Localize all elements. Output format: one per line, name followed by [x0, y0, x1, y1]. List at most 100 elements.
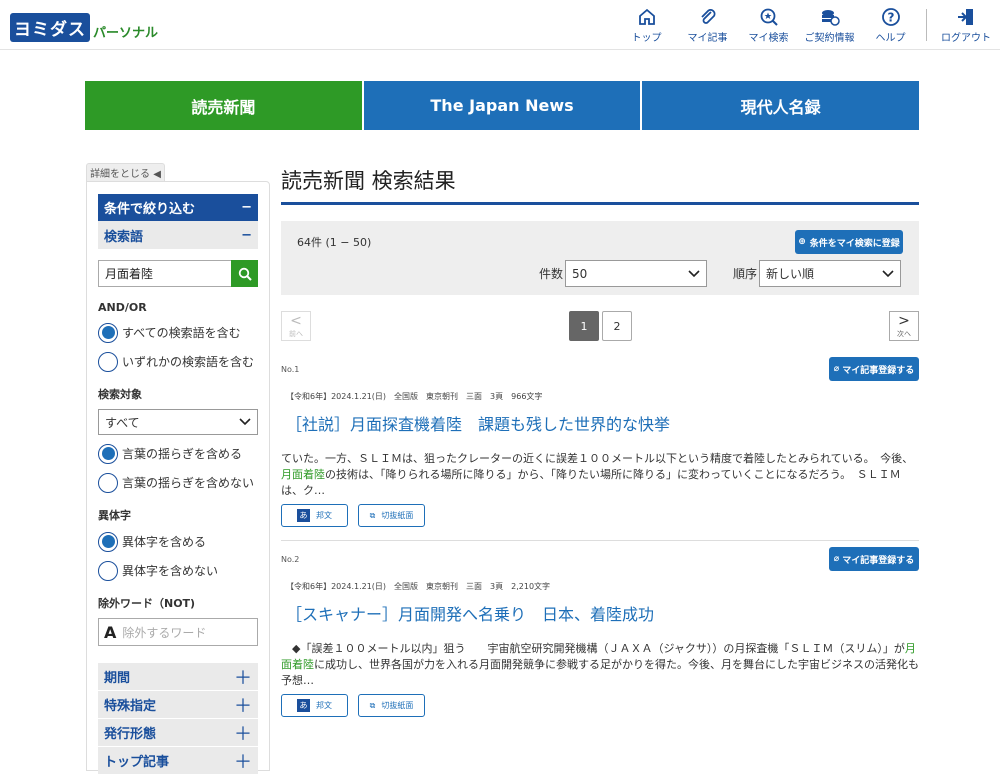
filter-title: 条件で絞り込む — [104, 202, 196, 217]
results-main: 読売新聞 検索結果 64件 (1 − 50) ⊕ 条件をマイ検索に登録 件数 50… — [281, 165, 919, 731]
tab-japan-news[interactable]: The Japan News — [363, 81, 641, 130]
page-title: 読売新聞 検索結果 — [281, 165, 919, 205]
radio-variant-exclude[interactable]: 異体字を含めない — [98, 560, 258, 581]
radio-all-words[interactable]: すべての検索語を含む — [98, 322, 258, 343]
nav-top-label: トップ — [631, 33, 662, 44]
radio-unchecked — [98, 560, 118, 581]
not-word-input[interactable]: A 除外するワード — [98, 618, 258, 646]
radio-any-words[interactable]: いずれかの検索語を含む — [98, 351, 258, 372]
order-label: 順序 — [733, 267, 758, 281]
clipping-view-button[interactable]: ⧉ 切抜紙面 — [358, 694, 425, 717]
target-select[interactable]: すべて — [98, 409, 258, 435]
accordion-period[interactable]: 期間 ＋ — [98, 663, 258, 691]
clipping-view-button[interactable]: ⧉ 切抜紙面 — [358, 504, 425, 527]
target-label: 検索対象 — [98, 388, 142, 401]
nav-help-label: ヘルプ — [875, 33, 906, 44]
logo-sub: パーソナル — [93, 25, 159, 41]
result-meta: 【令和6年】2024.1.21(日) 全国版 東京朝刊 三面 3頁 2,210文… — [286, 582, 551, 591]
radio-variant-include[interactable]: 異体字を含める — [98, 531, 258, 552]
text-view-label: 邦文 — [316, 511, 332, 520]
variant-label: 異体字 — [98, 509, 131, 522]
text-view-button[interactable]: あ邦文 — [281, 694, 348, 717]
tab-yomiuri[interactable]: 読売新聞 — [85, 81, 362, 130]
register-my-article-button[interactable]: ⌀ マイ記事登録する — [829, 357, 919, 381]
minus-icon: − — [241, 227, 252, 243]
next-button[interactable]: > 次へ — [889, 311, 919, 341]
accordion-edition[interactable]: 発行形態 ＋ — [98, 719, 258, 747]
andor-label: AND/OR — [98, 301, 147, 314]
not-placeholder: 除外するワード — [122, 625, 207, 640]
radio-label: 言葉の揺らぎを含めない — [122, 476, 255, 490]
plus-icon: ＋ — [234, 751, 252, 773]
next-label: 次へ — [897, 330, 911, 338]
radio-fuzzy-exclude[interactable]: 言葉の揺らぎを含めない — [98, 472, 258, 493]
per-page-value: 50 — [572, 266, 588, 281]
page-2[interactable]: 2 — [602, 311, 632, 341]
result-number: No.1 — [281, 365, 300, 374]
logo-main: ヨミダス — [10, 12, 90, 42]
nav-contract-label: ご契約情報 — [804, 33, 855, 44]
nav-my-search[interactable]: マイ検索 — [738, 0, 799, 50]
radio-checked — [98, 531, 118, 552]
chevron-down-icon — [239, 418, 251, 426]
order-select[interactable]: 新しい順 — [759, 260, 902, 287]
snippet-text: ていた。一方、ＳＬＩＭは、狙ったクレーターの近くに誤差１００メートル以下という精… — [281, 452, 914, 465]
nav-my-articles[interactable]: マイ記事 — [677, 0, 738, 50]
accordion-label: 期間 — [104, 671, 131, 686]
chevron-left-icon: < — [290, 313, 302, 329]
nav-my-articles-label: マイ記事 — [687, 33, 728, 44]
result-item: No.1 ⌀ マイ記事登録する 【令和6年】2024.1.21(日) 全国版 東京… — [281, 351, 919, 541]
radio-label: いずれかの検索語を含む — [122, 355, 255, 369]
yomidas-logo[interactable]: ヨミダス パーソナル — [10, 10, 158, 44]
register-search-button[interactable]: ⊕ 条件をマイ検索に登録 — [795, 230, 903, 254]
plus-icon: ＋ — [234, 723, 252, 745]
prev-label: 前へ — [289, 330, 303, 338]
result-headline[interactable]: ［社説］月面探査機着陸 課題も残した世界的な快挙 — [286, 411, 670, 435]
text-view-button[interactable]: あ邦文 — [281, 504, 348, 527]
keyword-header[interactable]: 検索語 − — [98, 221, 258, 249]
chevron-right-icon: > — [898, 313, 910, 329]
chevron-down-icon — [882, 269, 894, 277]
paperclip-icon: ⌀ — [833, 554, 840, 564]
result-snippet: ていた。一方、ＳＬＩＭは、狙ったクレーターの近くに誤差１００メートル以下という精… — [281, 451, 919, 499]
clipping-view-label: 切抜紙面 — [381, 701, 414, 710]
paperclip-icon — [700, 9, 715, 24]
nav-top[interactable]: トップ — [616, 0, 677, 50]
clipping-view-label: 切抜紙面 — [381, 511, 414, 520]
radio-unchecked — [98, 472, 118, 493]
radio-fuzzy-include[interactable]: 言葉の揺らぎを含める — [98, 443, 258, 464]
radio-checked — [98, 322, 118, 343]
accordion-top-article[interactable]: トップ記事 ＋ — [98, 747, 258, 775]
home-icon — [638, 8, 655, 25]
result-snippet: ◆「誤差１００メートル以内」狙う 宇宙航空研究開発機構（ＪＡＸＡ（ジャクサ））の… — [281, 641, 919, 689]
nav-logout[interactable]: ログアウト — [932, 0, 1000, 50]
nav-separator — [926, 9, 927, 41]
result-headline[interactable]: ［スキャナー］月面開発へ名乗り 日本、着陸成功 — [286, 601, 654, 625]
accordion-label: 発行形態 — [104, 727, 157, 742]
keyword-input[interactable]: 月面着陸 — [98, 260, 232, 287]
per-page-label: 件数 — [539, 267, 564, 281]
nav-help[interactable]: ? ヘルプ — [860, 0, 921, 50]
collapse-details-button[interactable]: 詳細をとじる ◀ — [86, 163, 165, 181]
search-button[interactable] — [231, 260, 258, 287]
register-my-article-button[interactable]: ⌀ マイ記事登録する — [829, 547, 919, 571]
filter-header[interactable]: 条件で絞り込む − — [98, 194, 258, 221]
prev-button[interactable]: < 前へ — [281, 311, 311, 341]
results-controls: 64件 (1 − 50) ⊕ 条件をマイ検索に登録 件数 50 順序 新しい順 — [281, 221, 919, 295]
register-search-label: 条件をマイ検索に登録 — [809, 238, 900, 249]
logout-icon — [958, 9, 973, 25]
text-view-label: 邦文 — [316, 701, 332, 710]
nav-contract[interactable]: ご契約情報 — [799, 0, 860, 50]
per-page-select[interactable]: 50 — [565, 260, 708, 287]
help-icon: ? — [881, 8, 900, 26]
svg-text:?: ? — [887, 11, 894, 25]
register-label: マイ記事登録する — [842, 555, 915, 566]
snippet-hit: 月面着陸 — [281, 468, 325, 481]
accordion-label: 特殊指定 — [104, 699, 157, 714]
page-1[interactable]: 1 — [569, 311, 599, 341]
radio-label: すべての検索語を含む — [122, 326, 241, 340]
accordion-special[interactable]: 特殊指定 ＋ — [98, 691, 258, 719]
tab-jinmeiroku[interactable]: 現代人名録 — [642, 81, 920, 130]
radio-label: 異体字を含めない — [122, 564, 219, 578]
result-number: No.2 — [281, 555, 300, 564]
